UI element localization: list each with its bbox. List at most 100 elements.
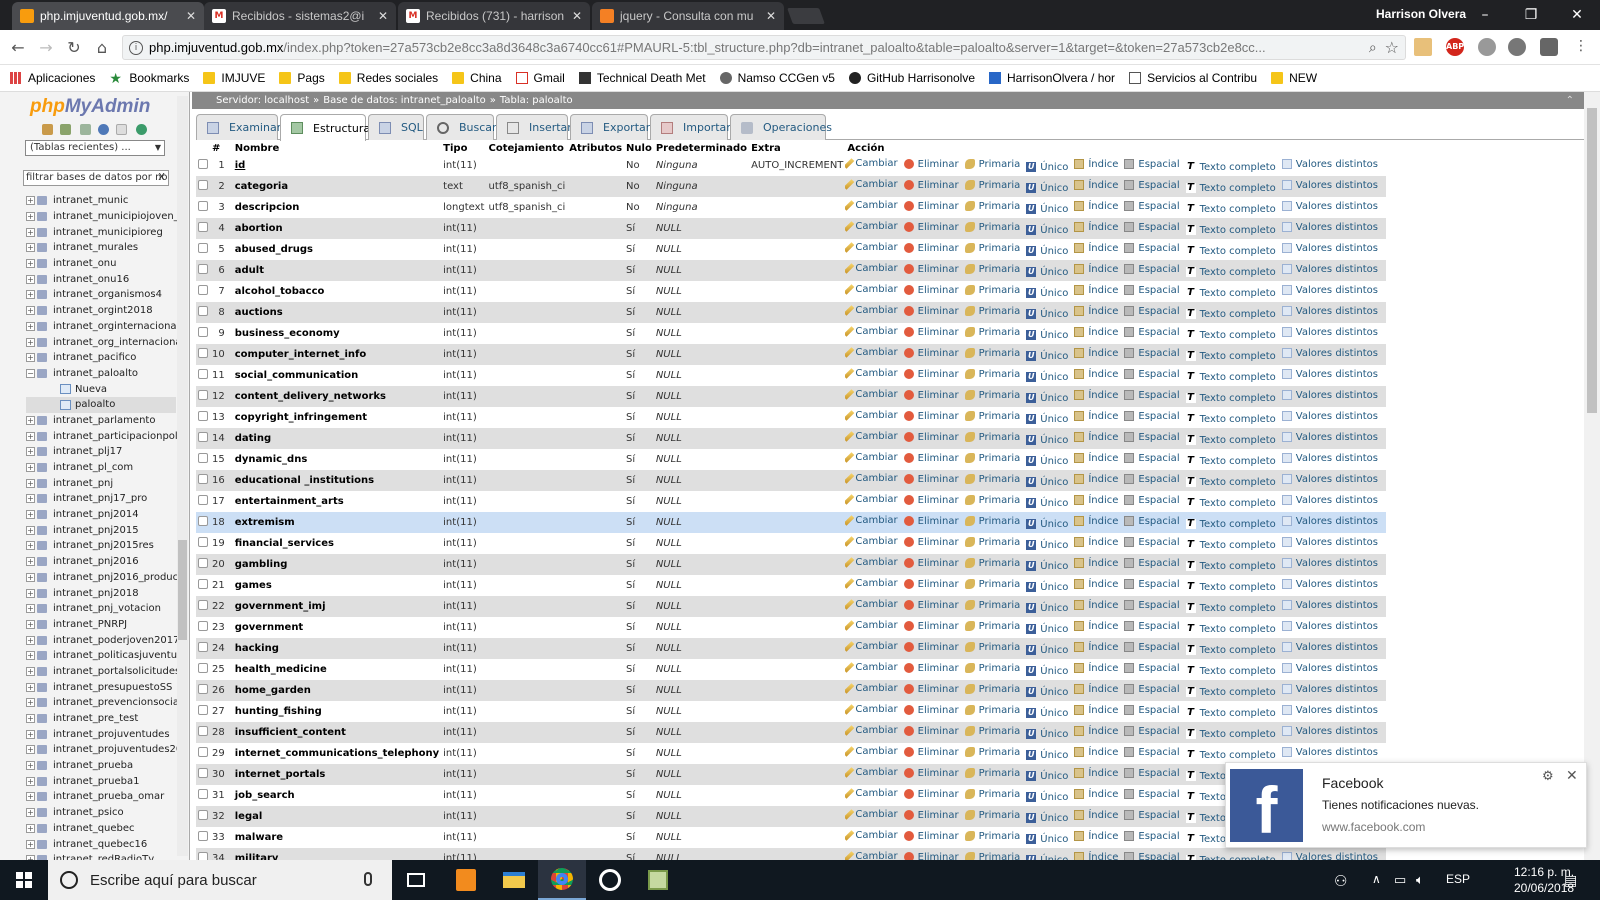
primary-button[interactable]: Primaria: [964, 243, 1020, 254]
unique-button[interactable]: UÚnico: [1026, 456, 1068, 467]
drop-button[interactable]: Eliminar: [903, 285, 959, 296]
facebook-notification[interactable]: f Facebook Tienes notificaciones nuevas.…: [1225, 762, 1587, 848]
table-row[interactable]: 9 business_economy int(11) Sí NULL Cambiar Eli…: [196, 323, 1386, 344]
index-button[interactable]: Índice: [1074, 537, 1118, 548]
index-button[interactable]: Índice: [1074, 621, 1118, 632]
primary-button[interactable]: Primaria: [964, 222, 1020, 233]
breadcrumb-server[interactable]: Servidor: localhost: [216, 95, 309, 106]
row-checkbox[interactable]: [198, 348, 208, 358]
spatial-button[interactable]: Espacial: [1124, 180, 1180, 191]
unique-button[interactable]: UÚnico: [1026, 372, 1068, 383]
drop-button[interactable]: Eliminar: [903, 369, 959, 380]
index-button[interactable]: Índice: [1074, 579, 1118, 590]
tree-item[interactable]: + intranet_organismos4: [26, 287, 176, 303]
drop-button[interactable]: Eliminar: [903, 159, 959, 170]
row-checkbox-cell[interactable]: [196, 407, 210, 428]
row-checkbox-cell[interactable]: [196, 365, 210, 386]
row-checkbox-cell[interactable]: [196, 659, 210, 680]
menu-icon[interactable]: ⋮: [1574, 38, 1588, 54]
tab-operaciones[interactable]: Operaciones: [730, 114, 832, 140]
row-checkbox[interactable]: [198, 159, 208, 169]
expand-icon[interactable]: +: [26, 321, 35, 331]
recent-tables-select[interactable]: (Tablas recientes) ... ▼: [25, 140, 165, 156]
table-row[interactable]: 8 auctions int(11) Sí NULL Cambiar Eliminar Pri…: [196, 302, 1386, 323]
change-button[interactable]: Cambiar: [845, 368, 898, 379]
fulltext-button[interactable]: TTexto completo: [1185, 687, 1276, 698]
index-button[interactable]: Índice: [1074, 747, 1118, 758]
bookmark-item[interactable]: China: [452, 71, 502, 85]
primary-button[interactable]: Primaria: [964, 474, 1020, 485]
expand-icon[interactable]: +: [26, 243, 35, 253]
bookmark-item[interactable]: Gmail: [515, 71, 565, 85]
index-button[interactable]: Índice: [1074, 831, 1118, 842]
spatial-button[interactable]: Espacial: [1124, 747, 1180, 758]
primary-button[interactable]: Primaria: [964, 285, 1020, 296]
row-checkbox[interactable]: [198, 474, 208, 484]
row-checkbox-cell[interactable]: [196, 554, 210, 575]
primary-button[interactable]: Primaria: [964, 264, 1020, 275]
table-row[interactable]: 30 internet_portals int(11) Sí NULL Cambiar El…: [196, 764, 1386, 785]
fulltext-button[interactable]: TTexto completo: [1185, 246, 1276, 257]
table-row[interactable]: 13 copyright_infringement int(11) Sí NULL Cam…: [196, 407, 1386, 428]
unique-button[interactable]: UÚnico: [1026, 603, 1068, 614]
row-checkbox[interactable]: [198, 621, 208, 631]
fulltext-button[interactable]: TTexto completo: [1185, 561, 1276, 572]
tree-item[interactable]: + intranet_projuventudes: [26, 726, 176, 742]
distinct-values-button[interactable]: Valores distintos: [1281, 369, 1378, 380]
tree-item[interactable]: + intranet_quebec: [26, 821, 176, 837]
row-checkbox[interactable]: [198, 306, 208, 316]
row-checkbox-cell[interactable]: [196, 743, 210, 764]
distinct-values-button[interactable]: Valores distintos: [1281, 726, 1378, 737]
primary-button[interactable]: Primaria: [964, 432, 1020, 443]
fulltext-button[interactable]: TTexto completo: [1185, 456, 1276, 467]
db-filter-input[interactable]: filtrar bases de datos por nom X: [23, 170, 169, 186]
expand-icon[interactable]: +: [26, 761, 35, 771]
logout-icon[interactable]: [60, 124, 71, 135]
distinct-values-button[interactable]: Valores distintos: [1281, 348, 1378, 359]
drop-button[interactable]: Eliminar: [903, 684, 959, 695]
table-row[interactable]: 1 id int(11) No Ninguna AUTO_INCREMENT Cambiar…: [196, 155, 1386, 176]
unique-button[interactable]: UÚnico: [1026, 183, 1068, 194]
fulltext-button[interactable]: TTexto completo: [1185, 645, 1276, 656]
close-icon[interactable]: ✕: [766, 9, 776, 23]
drop-button[interactable]: Eliminar: [903, 642, 959, 653]
table-row[interactable]: 2 categoria text utf8_spanish_ci No Ninguna Ca…: [196, 176, 1386, 197]
bookmark-item[interactable]: NEW: [1271, 71, 1317, 85]
fulltext-button[interactable]: TTexto completo: [1185, 750, 1276, 761]
fulltext-button[interactable]: TTexto completo: [1185, 582, 1276, 593]
header-cell[interactable]: Nombre: [232, 141, 442, 155]
row-checkbox-cell[interactable]: [196, 302, 210, 323]
expand-icon[interactable]: +: [26, 196, 35, 206]
row-checkbox[interactable]: [198, 411, 208, 421]
tree-item[interactable]: + intranet_pre_test: [26, 711, 176, 727]
row-checkbox[interactable]: [198, 747, 208, 757]
row-checkbox-cell[interactable]: [196, 638, 210, 659]
row-checkbox[interactable]: [198, 600, 208, 610]
row-checkbox[interactable]: [198, 537, 208, 547]
reload-icon[interactable]: [136, 124, 147, 135]
table-row[interactable]: 18 extremism int(11) Sí NULL Cambiar Eliminar P…: [196, 512, 1386, 533]
tree-item[interactable]: + intranet_prevencionsocia: [26, 695, 179, 711]
spatial-button[interactable]: Espacial: [1124, 810, 1180, 821]
primary-button[interactable]: Primaria: [964, 600, 1020, 611]
browser-tab-3[interactable]: M Recibidos (731) - harrison ✕: [398, 2, 590, 30]
index-button[interactable]: Índice: [1074, 180, 1118, 191]
tree-item[interactable]: + intranet_onu: [26, 256, 176, 272]
table-row[interactable]: 15 dynamic_dns int(11) Sí NULL Cambiar Elimina…: [196, 449, 1386, 470]
fulltext-button[interactable]: TTexto completo: [1185, 498, 1276, 509]
row-checkbox-cell[interactable]: [196, 596, 210, 617]
minimize-icon[interactable]: –: [1470, 4, 1500, 26]
drop-button[interactable]: Eliminar: [903, 453, 959, 464]
expand-icon[interactable]: +: [26, 698, 35, 708]
index-button[interactable]: Índice: [1074, 642, 1118, 653]
unique-button[interactable]: UÚnico: [1026, 582, 1068, 593]
change-button[interactable]: Cambiar: [845, 263, 898, 274]
tree-item[interactable]: Nueva: [26, 381, 176, 397]
table-row[interactable]: 7 alcohol_tobacco int(11) Sí NULL Cambiar Elim…: [196, 281, 1386, 302]
index-button[interactable]: Índice: [1074, 369, 1118, 380]
tree-item[interactable]: + intranet_redRadioTv: [26, 852, 176, 860]
distinct-values-button[interactable]: Valores distintos: [1281, 411, 1378, 422]
fulltext-button[interactable]: TTexto completo: [1185, 435, 1276, 446]
tree-item[interactable]: paloalto: [26, 396, 176, 413]
primary-button[interactable]: Primaria: [964, 789, 1020, 800]
